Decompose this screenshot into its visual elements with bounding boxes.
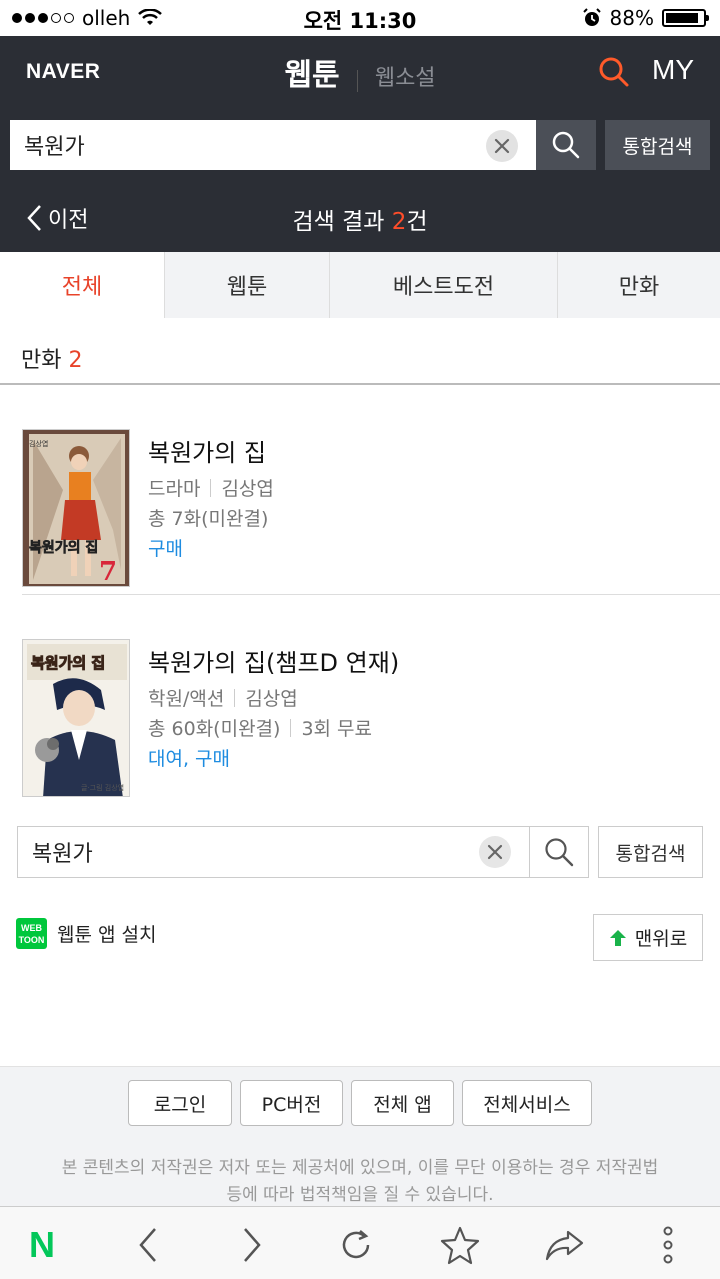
divider: [22, 594, 720, 595]
result-title: 검색 결과 2건: [0, 202, 720, 236]
tab-best-challenge[interactable]: 베스트도전: [329, 252, 557, 318]
bottom-unified-search-button[interactable]: 통합검색: [598, 826, 703, 878]
webtoon-app-install[interactable]: WEB TOON 웹툰 앱 설치: [16, 918, 156, 949]
share-icon: [545, 1230, 584, 1261]
section-header: 만화 2: [0, 318, 720, 385]
copyright-line-1: 본 콘텐츠의 저작권은 저자 또는 제공처에 있으며, 이를 무단 이용하는 경…: [61, 1158, 659, 1178]
meta-divider: [210, 478, 212, 497]
result-title-prefix: 검색 결과: [292, 209, 392, 235]
browser-toolbar: N: [0, 1206, 720, 1279]
item-action-link[interactable]: 대여, 구매: [148, 744, 230, 771]
search-icon[interactable]: [598, 56, 630, 88]
section-label: 만화: [21, 348, 62, 373]
svg-text:복원가의 집: 복원가의 집: [29, 539, 98, 556]
chevron-left-icon: [139, 1228, 156, 1262]
webtoon-logo-icon: WEB TOON: [16, 918, 47, 949]
footer: 로그인 PC버전 전체 앱 전체서비스 본 콘텐츠의 저작권은 저자 또는 제공…: [0, 1066, 720, 1206]
svg-text:7: 7: [99, 557, 117, 587]
tab-comics[interactable]: 만화: [557, 252, 720, 318]
login-button[interactable]: 로그인: [128, 1080, 232, 1126]
close-icon: [487, 844, 503, 860]
search-button[interactable]: [536, 120, 596, 170]
alarm-icon: [582, 8, 601, 26]
svg-text:김상엽: 김상엽: [29, 439, 48, 448]
bottom-search-button[interactable]: [529, 826, 589, 878]
tab-all[interactable]: 전체: [0, 252, 164, 318]
tab-webnovel[interactable]: 웹소설: [375, 66, 436, 91]
battery-icon: [662, 9, 709, 27]
chevron-right-icon: [244, 1228, 261, 1262]
bottom-search-input[interactable]: [17, 826, 530, 878]
search-icon: [552, 131, 580, 159]
tab-divider: [356, 69, 358, 92]
copyright-notice: 본 콘텐츠의 저작권은 저자 또는 제공처에 있으며, 이를 무단 이용하는 경…: [0, 1155, 720, 1209]
bookmark-button[interactable]: [440, 1225, 480, 1265]
refresh-button[interactable]: [336, 1225, 376, 1265]
item-author: 김상엽: [245, 688, 298, 710]
item-author: 김상엽: [221, 478, 274, 500]
more-menu-button[interactable]: [648, 1225, 688, 1265]
list-item[interactable]: 복원가의 집 글·그림 김상엽 복원가의 집(챔프D 연재) 학원/액션 김상엽…: [0, 596, 720, 806]
tab-webtoon-category[interactable]: 웹툰: [164, 252, 329, 318]
star-icon: [440, 1226, 480, 1265]
status-bar: olleh 오전 11:30 88%: [0, 0, 720, 36]
search-input[interactable]: [10, 120, 536, 170]
item-meta: 학원/액션 김상엽: [148, 684, 298, 711]
item-genre: 학원/액션: [148, 688, 225, 710]
meta-divider: [234, 688, 236, 707]
forward-nav-button[interactable]: [232, 1225, 272, 1265]
list-item[interactable]: 김상엽 복원가의 집 7 복원가의 집 드라마 김상엽 총 7화(미완결) 구매: [0, 386, 720, 596]
category-tabs: 전체 웹툰 베스트도전 만화: [0, 252, 720, 318]
bottom-clear-search-button[interactable]: [479, 836, 511, 868]
search-icon: [545, 838, 574, 867]
unified-search-button[interactable]: 통합검색: [605, 120, 710, 170]
pc-version-button[interactable]: PC버전: [240, 1080, 343, 1126]
result-count: 2: [391, 209, 407, 235]
tab-webtoon[interactable]: 웹툰: [284, 58, 339, 93]
cover-illustration: 김상엽 복원가의 집 7: [23, 430, 129, 587]
comic-cover[interactable]: 김상엽 복원가의 집 7: [22, 429, 130, 587]
svg-text:글·그림 김상엽: 글·그림 김상엽: [81, 783, 124, 792]
result-title-suffix: 건: [406, 209, 428, 235]
item-action-link[interactable]: 구매: [148, 534, 183, 561]
result-bar: 이전 검색 결과 2건: [0, 186, 720, 252]
scroll-top-button[interactable]: 맨위로: [593, 914, 703, 961]
meta-divider: [290, 718, 292, 737]
item-meta: 드라마 김상엽: [148, 474, 274, 501]
all-services-button[interactable]: 전체서비스: [462, 1080, 592, 1126]
scroll-top-label: 맨위로: [634, 928, 688, 950]
back-nav-button[interactable]: [128, 1225, 168, 1265]
item-free-episodes: 3회 무료: [301, 718, 373, 740]
item-episodes: 총 60화(미완결): [148, 718, 281, 740]
close-icon: [494, 138, 510, 154]
naver-home-button[interactable]: N: [22, 1224, 62, 1265]
my-button[interactable]: MY: [652, 54, 694, 86]
app-header: NAVER 웹툰 웹소설 MY: [0, 36, 720, 108]
search-bar: 통합검색: [0, 108, 720, 186]
refresh-icon: [342, 1230, 370, 1259]
arrow-up-icon: [609, 929, 626, 946]
status-right: 88%: [582, 6, 709, 30]
cover-illustration: 복원가의 집 글·그림 김상엽: [23, 640, 129, 796]
more-vertical-icon: [663, 1226, 673, 1264]
section-count: 2: [68, 348, 83, 373]
copyright-line-2: 등에 따라 법적책임을 질 수 있습니다.: [226, 1185, 494, 1205]
clear-search-button[interactable]: [486, 130, 518, 162]
item-episodes: 총 7화(미완결): [148, 508, 269, 530]
app-install-label: 웹툰 앱 설치: [57, 924, 157, 946]
all-apps-button[interactable]: 전체 앱: [351, 1080, 454, 1126]
share-button[interactable]: [544, 1225, 584, 1265]
item-genre: 드라마: [148, 478, 201, 500]
svg-text:복원가의 집: 복원가의 집: [31, 654, 105, 672]
comic-cover[interactable]: 복원가의 집 글·그림 김상엽: [22, 639, 130, 797]
battery-percent: 88%: [609, 6, 654, 30]
item-title[interactable]: 복원가의 집: [148, 433, 266, 468]
footer-buttons: 로그인 PC버전 전체 앱 전체서비스: [128, 1080, 592, 1126]
item-title[interactable]: 복원가의 집(챔프D 연재): [148, 643, 399, 678]
item-episodes-row: 총 60화(미완결) 3회 무료: [148, 714, 372, 741]
naver-n-icon: N: [29, 1224, 55, 1265]
